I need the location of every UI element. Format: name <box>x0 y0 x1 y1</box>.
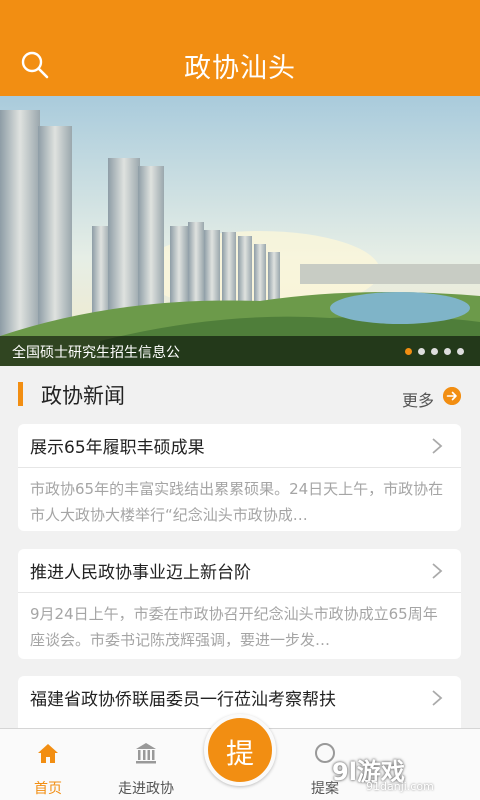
news-title: 展示65年履职丰硕成果 <box>30 438 205 458</box>
news-summary: 市政协65年的丰富实践结出累累硕果。24日天上午，市政协在市人大政协大楼举行“纪… <box>30 480 444 524</box>
carousel-dot[interactable] <box>457 348 464 355</box>
tab-about-label: 走进政协 <box>118 781 174 797</box>
banner-caption: 全国硕士研究生招生信息公 <box>12 345 180 361</box>
news-title: 推进人民政协事业迈上新台阶 <box>30 563 251 583</box>
news-card[interactable]: 推进人民政协事业迈上新台阶 9月24日上午，市委在市政协召开纪念汕头市政协成立6… <box>18 549 461 659</box>
watermark-url: 91danji.com <box>366 780 434 793</box>
news-card-header[interactable]: 展示65年履职丰硕成果 <box>18 424 461 468</box>
news-card[interactable]: 展示65年履职丰硕成果 市政协65年的丰富实践结出累累硕果。24日天上午，市政协… <box>18 424 461 531</box>
carousel-dot[interactable] <box>431 348 438 355</box>
chevron-right-icon <box>432 563 443 579</box>
arrow-right-icon[interactable] <box>443 387 461 405</box>
tab-home[interactable]: 首页 <box>0 729 96 800</box>
more-link[interactable]: 更多 <box>402 387 434 411</box>
carousel-indicator <box>405 348 464 355</box>
tab-home-label: 首页 <box>34 781 62 797</box>
page-title: 政协汕头 <box>184 53 296 84</box>
carousel-dot[interactable] <box>405 348 412 355</box>
section-title: 政协新闻 <box>41 384 125 408</box>
carousel-dot[interactable] <box>418 348 425 355</box>
section-accent-bar <box>18 382 23 406</box>
news-card-header[interactable]: 推进人民政协事业迈上新台阶 <box>18 549 461 593</box>
news-section-header: 政协新闻 更多 <box>0 366 480 424</box>
home-icon <box>38 744 58 763</box>
tab-about[interactable]: 走进政协 <box>96 729 196 800</box>
app-header: 政协汕头 <box>0 0 480 96</box>
submit-proposal-label: 提 <box>225 737 254 770</box>
submit-proposal-button[interactable]: 提 <box>204 714 276 786</box>
watermark: 9l游戏 91danji.com <box>332 752 472 796</box>
building-icon <box>136 743 156 764</box>
carousel-dot[interactable] <box>444 348 451 355</box>
banner-carousel[interactable]: 全国硕士研究生招生信息公 <box>0 96 480 366</box>
news-summary: 9月24日上午，市委在市政协召开纪念汕头市政协成立65周年座谈会。市委书记陈茂辉… <box>30 605 438 649</box>
chevron-right-icon <box>432 438 443 454</box>
banner-caption-bar: 全国硕士研究生招生信息公 <box>0 336 480 366</box>
chevron-right-icon <box>432 690 443 706</box>
news-title: 福建省政协侨联届委员一行莅汕考察帮扶 <box>30 690 336 710</box>
banner-image <box>0 96 480 366</box>
